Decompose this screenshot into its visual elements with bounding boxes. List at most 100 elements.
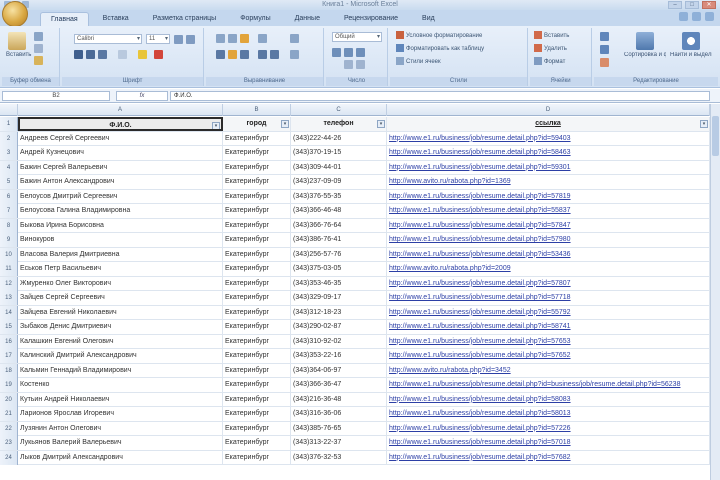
name-cell[interactable]: Власова Валерия Дмитриевна bbox=[18, 247, 223, 262]
link-cell[interactable]: http://www.e1.ru/business/job/resume.det… bbox=[387, 233, 710, 247]
decrease-decimal-icon[interactable] bbox=[356, 60, 365, 69]
name-cell[interactable]: Лузянин Антон Олегович bbox=[18, 421, 223, 436]
comma-style-icon[interactable] bbox=[356, 48, 365, 57]
city-cell[interactable]: Екатеринбург bbox=[223, 218, 291, 233]
row-number[interactable]: 8 bbox=[0, 218, 18, 233]
filter-dropdown-icon[interactable]: ▾ bbox=[377, 120, 385, 128]
name-cell[interactable]: Андреев Сергей Сергеевич bbox=[18, 131, 223, 146]
name-cell[interactable]: Калинский Дмитрий Александрович bbox=[18, 349, 223, 363]
link-cell[interactable]: http://www.e1.ru/business/job/resume.det… bbox=[387, 247, 710, 262]
city-cell[interactable]: Екатеринбург bbox=[223, 436, 291, 450]
city-cell[interactable]: Екатеринбург bbox=[223, 291, 291, 305]
link-cell[interactable]: http://www.e1.ru/business/job/resume.det… bbox=[387, 131, 710, 146]
phone-cell[interactable]: (343)353-46-35 bbox=[291, 276, 387, 291]
sort-filter-button[interactable]: Сортировка и фильтр bbox=[624, 30, 666, 64]
close-button[interactable]: ✕ bbox=[702, 1, 716, 9]
cell-styles-button[interactable]: Стили ячеек bbox=[396, 57, 441, 67]
city-cell[interactable]: Екатеринбург bbox=[223, 349, 291, 363]
font-color-icon[interactable] bbox=[154, 50, 163, 59]
row-number[interactable]: 13 bbox=[0, 291, 18, 305]
phone-cell[interactable]: (343)290-02-87 bbox=[291, 320, 387, 334]
name-cell[interactable]: Зыбаков Денис Дмитриевич bbox=[18, 320, 223, 334]
format-as-table-button[interactable]: Форматировать как таблицу bbox=[396, 44, 484, 54]
fill-color-icon[interactable] bbox=[138, 50, 147, 59]
name-cell[interactable]: Ларионов Ярослав Игоревич bbox=[18, 407, 223, 421]
column-header-d[interactable]: D bbox=[387, 104, 710, 116]
city-cell[interactable]: Екатеринбург bbox=[223, 204, 291, 218]
row-number[interactable]: 7 bbox=[0, 204, 18, 218]
tab-insert[interactable]: Вставка bbox=[93, 12, 139, 26]
filter-dropdown-icon[interactable]: ▾ bbox=[700, 120, 708, 128]
insert-cells-button[interactable]: Вставить bbox=[534, 31, 569, 41]
formula-input[interactable]: Ф.И.О. bbox=[170, 91, 710, 101]
name-cell[interactable]: Бажин Антон Александрович bbox=[18, 175, 223, 189]
grow-font-icon[interactable] bbox=[174, 35, 183, 44]
orientation-icon[interactable] bbox=[258, 34, 267, 43]
link-cell[interactable]: http://www.e1.ru/business/job/resume.det… bbox=[387, 276, 710, 291]
link-cell[interactable]: http://www.e1.ru/business/job/resume.det… bbox=[387, 421, 710, 436]
city-cell[interactable]: Екатеринбург bbox=[223, 146, 291, 160]
phone-cell[interactable]: (343)329-09-17 bbox=[291, 291, 387, 305]
row-number[interactable]: 4 bbox=[0, 160, 18, 175]
name-cell[interactable]: Винокуров bbox=[18, 233, 223, 247]
align-bottom-icon[interactable] bbox=[240, 34, 249, 43]
font-name-select[interactable]: Calibri bbox=[74, 34, 142, 44]
phone-cell[interactable]: (343)366-36-47 bbox=[291, 378, 387, 392]
cut-icon[interactable] bbox=[34, 32, 43, 41]
phone-cell[interactable]: (343)375-03-05 bbox=[291, 262, 387, 276]
wrap-text-icon[interactable] bbox=[290, 34, 299, 43]
align-left-icon[interactable] bbox=[216, 50, 225, 59]
close-workbook-icon[interactable] bbox=[705, 12, 714, 21]
link-cell[interactable]: http://www.e1.ru/business/job/resume.det… bbox=[387, 392, 710, 407]
city-cell[interactable]: Екатеринбург bbox=[223, 421, 291, 436]
row-number[interactable]: 6 bbox=[0, 189, 18, 204]
fill-icon[interactable] bbox=[600, 45, 609, 54]
link-cell[interactable]: http://www.e1.ru/business/job/resume.det… bbox=[387, 436, 710, 450]
row-number[interactable]: 24 bbox=[0, 450, 18, 465]
phone-cell[interactable]: (343)237-09-09 bbox=[291, 175, 387, 189]
link-cell[interactable]: http://www.e1.ru/business/job/resume.det… bbox=[387, 218, 710, 233]
link-cell[interactable]: http://www.e1.ru/business/job/resume.det… bbox=[387, 146, 710, 160]
city-cell[interactable]: Екатеринбург bbox=[223, 262, 291, 276]
tab-home[interactable]: Главная bbox=[40, 12, 89, 26]
phone-cell[interactable]: (343)309-44-01 bbox=[291, 160, 387, 175]
delete-cells-button[interactable]: Удалить bbox=[534, 44, 567, 54]
city-cell[interactable]: Екатеринбург bbox=[223, 131, 291, 146]
city-cell[interactable]: Екатеринбург bbox=[223, 233, 291, 247]
merge-center-icon[interactable] bbox=[290, 50, 299, 59]
font-size-select[interactable]: 11 bbox=[146, 34, 170, 44]
row-number[interactable]: 16 bbox=[0, 334, 18, 349]
row-number[interactable]: 11 bbox=[0, 262, 18, 276]
row-number[interactable]: 23 bbox=[0, 436, 18, 450]
link-cell[interactable]: http://www.avito.ru/rabota.php?id=2009 bbox=[387, 262, 710, 276]
align-top-icon[interactable] bbox=[216, 34, 225, 43]
name-box[interactable]: B2 bbox=[2, 91, 110, 101]
phone-cell[interactable]: (343)386-76-41 bbox=[291, 233, 387, 247]
phone-cell[interactable]: (343)216-36-48 bbox=[291, 392, 387, 407]
insert-function-button[interactable]: fx bbox=[116, 91, 168, 101]
row-number[interactable]: 2 bbox=[0, 131, 18, 146]
phone-cell[interactable]: (343)353-22-16 bbox=[291, 349, 387, 363]
phone-cell[interactable]: (343)385-76-65 bbox=[291, 421, 387, 436]
phone-cell[interactable]: (343)364-06-97 bbox=[291, 363, 387, 378]
name-cell[interactable]: Бажин Сергей Валерьевич bbox=[18, 160, 223, 175]
percent-icon[interactable] bbox=[344, 48, 353, 57]
link-cell[interactable]: http://www.e1.ru/business/job/resume.det… bbox=[387, 320, 710, 334]
link-cell[interactable]: http://www.e1.ru/business/job/resume.det… bbox=[387, 378, 710, 392]
link-cell[interactable]: http://www.e1.ru/business/job/resume.det… bbox=[387, 407, 710, 421]
name-cell[interactable]: Зайцева Евгений Николаевич bbox=[18, 305, 223, 320]
underline-icon[interactable] bbox=[98, 50, 107, 59]
row-number[interactable]: 5 bbox=[0, 175, 18, 189]
increase-decimal-icon[interactable] bbox=[344, 60, 353, 69]
link-cell[interactable]: http://www.e1.ru/business/job/resume.det… bbox=[387, 204, 710, 218]
column-header-c[interactable]: C bbox=[291, 104, 387, 116]
link-cell[interactable]: http://www.e1.ru/business/job/resume.det… bbox=[387, 291, 710, 305]
maximize-button[interactable]: □ bbox=[685, 1, 699, 9]
select-all-corner[interactable] bbox=[0, 104, 18, 116]
clear-icon[interactable] bbox=[600, 58, 609, 67]
name-cell[interactable]: Белоусова Галина Владимировна bbox=[18, 204, 223, 218]
link-cell[interactable]: http://www.avito.ru/rabota.php?id=1369 bbox=[387, 175, 710, 189]
phone-cell[interactable]: (343)256-57-76 bbox=[291, 247, 387, 262]
city-cell[interactable]: Екатеринбург bbox=[223, 276, 291, 291]
link-cell[interactable]: http://www.e1.ru/business/job/resume.det… bbox=[387, 305, 710, 320]
